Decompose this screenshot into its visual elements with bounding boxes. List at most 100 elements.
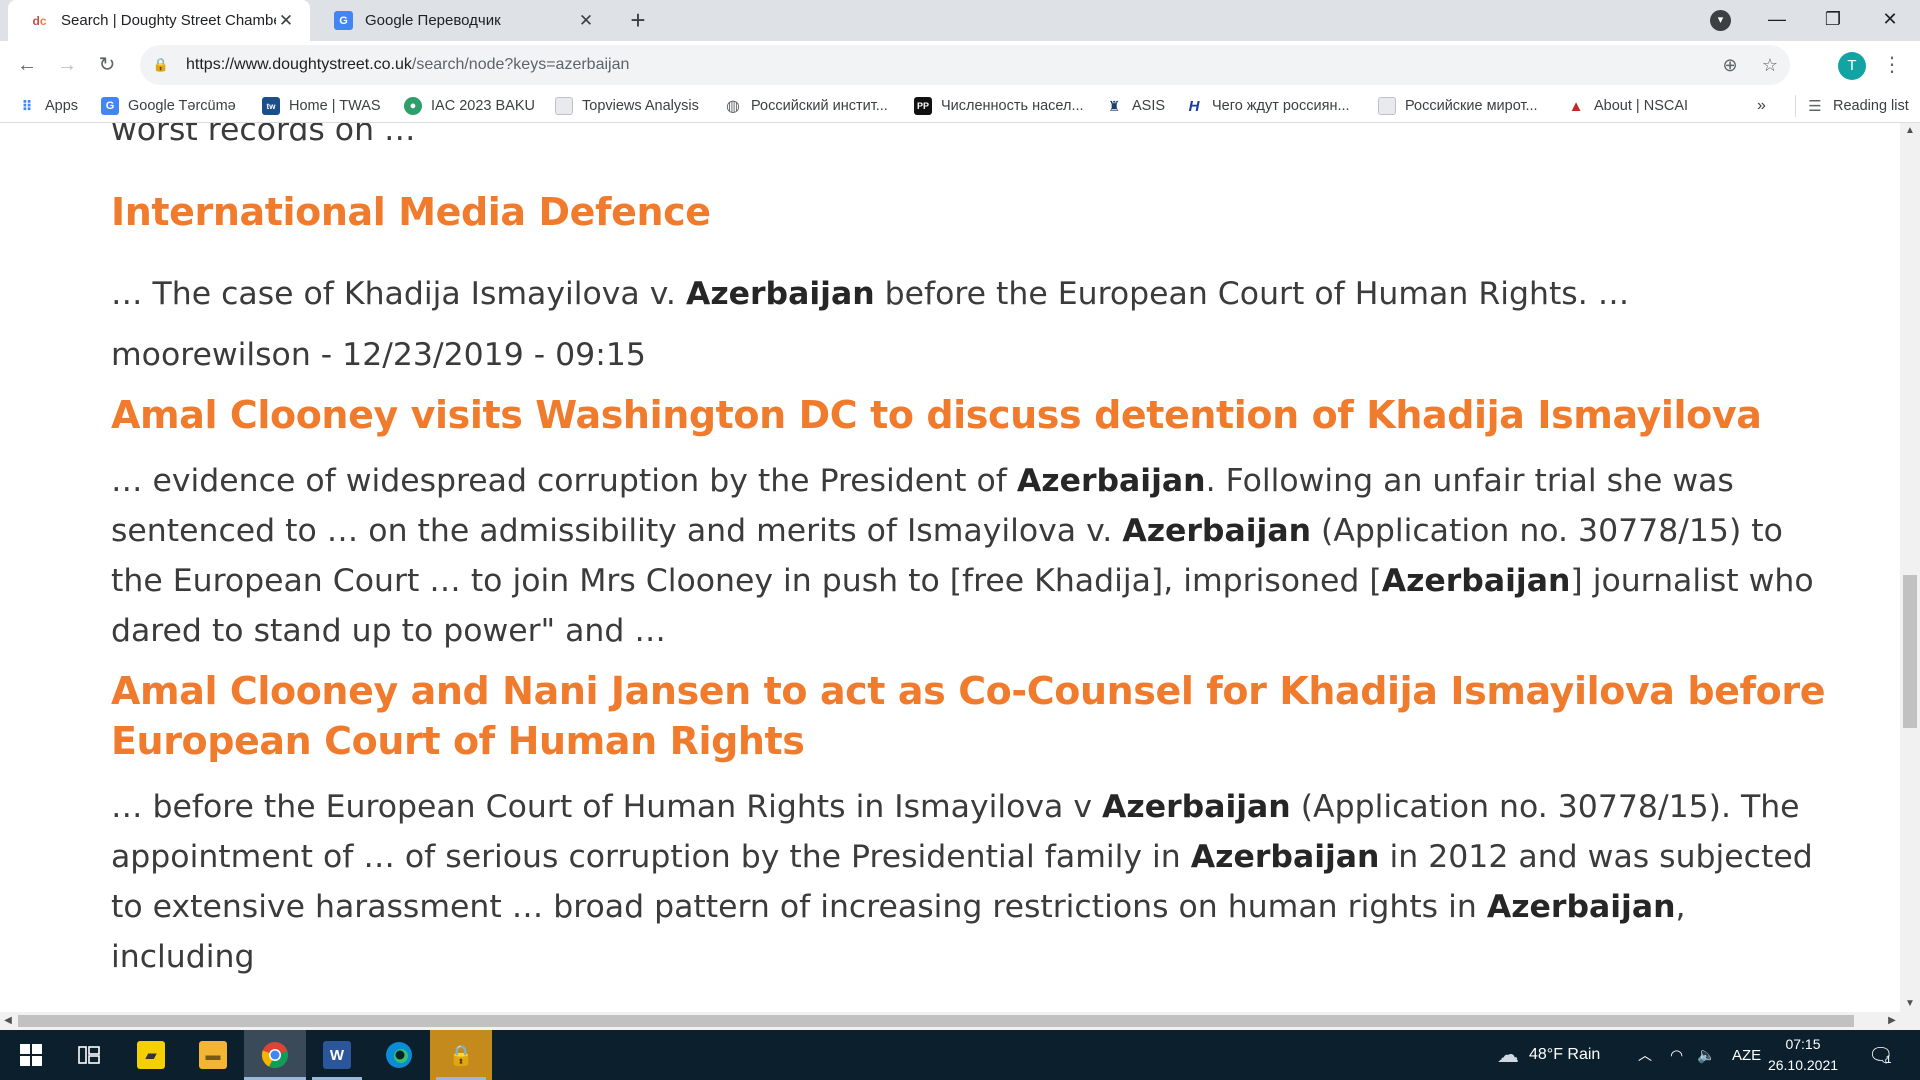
result-title-link[interactable]: International Media Defence bbox=[111, 187, 1831, 237]
globe-icon: ◍ bbox=[726, 98, 740, 115]
bookmark-label: Численность насел... bbox=[941, 98, 1084, 114]
sticky-notes-icon[interactable]: ▰ bbox=[120, 1030, 182, 1080]
apps-grid-icon: ⠿ bbox=[21, 97, 33, 114]
chevron-up-icon[interactable]: ︿ bbox=[1638, 1045, 1652, 1065]
asis-icon: ♜ bbox=[1107, 97, 1121, 114]
volume-icon[interactable]: 🔈 bbox=[1697, 1030, 1716, 1080]
language-indicator[interactable]: AZE bbox=[1732, 1030, 1761, 1080]
bookmark-iac[interactable]: ● IAC 2023 BAKU bbox=[404, 89, 535, 123]
iac-icon: ● bbox=[404, 97, 422, 115]
page-viewport: worst records on … International Media D… bbox=[0, 123, 1900, 1012]
forward-icon[interactable]: → bbox=[51, 49, 83, 81]
bookmark-label: ASIS bbox=[1132, 98, 1166, 114]
bookmark-label: Google Tərcümə bbox=[128, 98, 236, 114]
result-snippet: … The case of Khadija Ismayilova v. Azer… bbox=[111, 276, 1630, 312]
bookmark-label: Российские мирот... bbox=[1405, 98, 1538, 114]
bookmarks-bar: ⠿ Apps G Google Tərcümə tw Home | TWAS ●… bbox=[0, 89, 1920, 123]
chrome-icon[interactable] bbox=[244, 1030, 306, 1080]
close-icon[interactable]: ✕ bbox=[276, 11, 296, 31]
tab-title: Search | Doughty Street Chambe bbox=[61, 12, 276, 29]
tab-doughty-street[interactable]: dc Search | Doughty Street Chambe ✕ bbox=[8, 0, 310, 41]
horizontal-scrollbar[interactable]: ◀ ▶ bbox=[0, 1012, 1920, 1030]
bookmark-label: Topviews Analysis bbox=[582, 98, 699, 114]
scroll-up-icon[interactable]: ▲ bbox=[1900, 123, 1920, 139]
previous-snippet-tail: worst records on … bbox=[111, 123, 416, 148]
reading-list-icon: ☰ bbox=[1808, 98, 1822, 115]
scroll-down-icon[interactable]: ▼ bbox=[1900, 996, 1920, 1012]
bookmark-russian-worldview[interactable]: Российские мирот... bbox=[1378, 89, 1538, 123]
browser-toolbar: ← → ↻ 🔒 https://www.doughtystreet.co.uk/… bbox=[0, 41, 1920, 89]
google-translate-icon: G bbox=[101, 97, 119, 115]
reading-list-label: Reading list bbox=[1833, 98, 1909, 114]
vertical-scrollbar[interactable]: ▲ ▼ bbox=[1900, 123, 1920, 1012]
weather-widget[interactable]: ☁ 48°F Rain bbox=[1497, 1030, 1600, 1080]
tab-google-translate[interactable]: G Google Переводчик ✕ bbox=[312, 0, 610, 41]
bookmark-russian-institute[interactable]: ◍ Российский инстит... bbox=[724, 89, 888, 123]
bookmark-population[interactable]: PP Численность насел... bbox=[914, 89, 1084, 123]
page-icon bbox=[555, 97, 573, 115]
scroll-right-icon[interactable]: ▶ bbox=[1884, 1012, 1900, 1030]
result-snippet: … evidence of widespread corruption by t… bbox=[111, 463, 1814, 649]
zoom-icon[interactable]: ⊕ bbox=[1710, 55, 1750, 76]
bookmark-label: About | NSCAI bbox=[1594, 98, 1689, 114]
word-icon[interactable]: W bbox=[306, 1030, 368, 1080]
minimize-icon[interactable]: — bbox=[1749, 0, 1805, 41]
bookmark-twas[interactable]: tw Home | TWAS bbox=[262, 89, 381, 123]
file-explorer-icon[interactable]: ▬ bbox=[182, 1030, 244, 1080]
bookmark-star-icon[interactable]: ☆ bbox=[1750, 55, 1790, 76]
back-icon[interactable]: ← bbox=[11, 49, 43, 81]
windows-start-icon[interactable] bbox=[0, 1030, 62, 1080]
kebab-menu-icon[interactable]: ⋮ bbox=[1882, 51, 1902, 81]
bookmark-apps[interactable]: ⠿ Apps bbox=[18, 89, 79, 123]
bookmarks-overflow-button[interactable]: » bbox=[1757, 89, 1766, 123]
network-icon[interactable]: ◠ bbox=[1670, 1030, 1683, 1080]
notifications-button[interactable]: 🗨 1 bbox=[1868, 1030, 1893, 1080]
h-icon: H bbox=[1188, 97, 1200, 115]
clock-date: 26.10.2021 bbox=[1767, 1057, 1839, 1073]
profile-avatar[interactable]: T bbox=[1838, 52, 1866, 80]
result-title-link[interactable]: Amal Clooney and Nani Jansen to act as C… bbox=[111, 666, 1831, 766]
result-snippet: … before the European Court of Human Rig… bbox=[111, 789, 1813, 975]
search-results: worst records on … International Media D… bbox=[111, 123, 1831, 982]
bookmark-google-translate[interactable]: G Google Tərcümə bbox=[101, 89, 236, 123]
bookmark-label: IAC 2023 BAKU bbox=[431, 98, 535, 114]
bookmark-label: Российский инстит... bbox=[751, 98, 888, 114]
tab-title: Google Переводчик bbox=[365, 12, 501, 29]
tab-search-icon[interactable]: ▾ bbox=[1710, 10, 1731, 31]
rain-cloud-icon: ☁ bbox=[1497, 1042, 1519, 1067]
security-app-icon[interactable]: 🔒 bbox=[430, 1030, 492, 1080]
bookmark-nscai[interactable]: ▲ About | NSCAI bbox=[1567, 89, 1688, 123]
result-title-link[interactable]: Amal Clooney visits Washington DC to dis… bbox=[111, 390, 1831, 440]
lock-icon[interactable]: 🔒 bbox=[150, 57, 172, 73]
scroll-left-icon[interactable]: ◀ bbox=[0, 1012, 16, 1030]
vertical-scroll-thumb[interactable] bbox=[1903, 575, 1917, 728]
task-view-icon[interactable] bbox=[58, 1030, 120, 1080]
bookmark-label: Чего ждут россиян... bbox=[1212, 98, 1350, 114]
show-hidden-icons[interactable]: ︿ bbox=[1638, 1030, 1652, 1080]
bookmark-label: Apps bbox=[45, 98, 79, 114]
pp-icon: PP bbox=[914, 97, 932, 115]
address-bar[interactable]: 🔒 https://www.doughtystreet.co.uk/search… bbox=[140, 45, 1790, 85]
tab-strip: dc Search | Doughty Street Chambe ✕ G Go… bbox=[0, 0, 1920, 41]
clock-time: 07:15 bbox=[1785, 1036, 1821, 1052]
bookmark-topviews[interactable]: Topviews Analysis bbox=[555, 89, 699, 123]
twas-icon: tw bbox=[262, 97, 280, 115]
horizontal-scroll-thumb[interactable] bbox=[18, 1015, 1854, 1027]
bookmark-label: Home | TWAS bbox=[289, 98, 381, 114]
new-tab-button[interactable]: + bbox=[623, 5, 653, 35]
edge-icon[interactable] bbox=[368, 1030, 430, 1080]
dsc-logo-icon: dc bbox=[32, 13, 47, 28]
bookmark-russians-expect[interactable]: H Чего ждут россиян... bbox=[1185, 89, 1350, 123]
close-icon[interactable]: ✕ bbox=[576, 11, 596, 31]
restore-icon[interactable]: ❐ bbox=[1805, 0, 1861, 41]
close-window-icon[interactable]: ✕ bbox=[1862, 0, 1918, 41]
page-icon bbox=[1378, 97, 1396, 115]
reload-icon[interactable]: ↻ bbox=[91, 49, 123, 81]
url-text[interactable]: https://www.doughtystreet.co.uk/search/n… bbox=[186, 56, 1710, 74]
clock[interactable]: 07:15 26.10.2021 bbox=[1762, 1034, 1844, 1076]
notification-count: 1 bbox=[1885, 1054, 1892, 1066]
reading-list-button[interactable]: ☰ Reading list bbox=[1795, 95, 1909, 117]
bookmark-asis[interactable]: ♜ ASIS bbox=[1105, 89, 1165, 123]
google-translate-icon: G bbox=[334, 11, 353, 30]
weather-text: 48°F Rain bbox=[1529, 1046, 1601, 1063]
